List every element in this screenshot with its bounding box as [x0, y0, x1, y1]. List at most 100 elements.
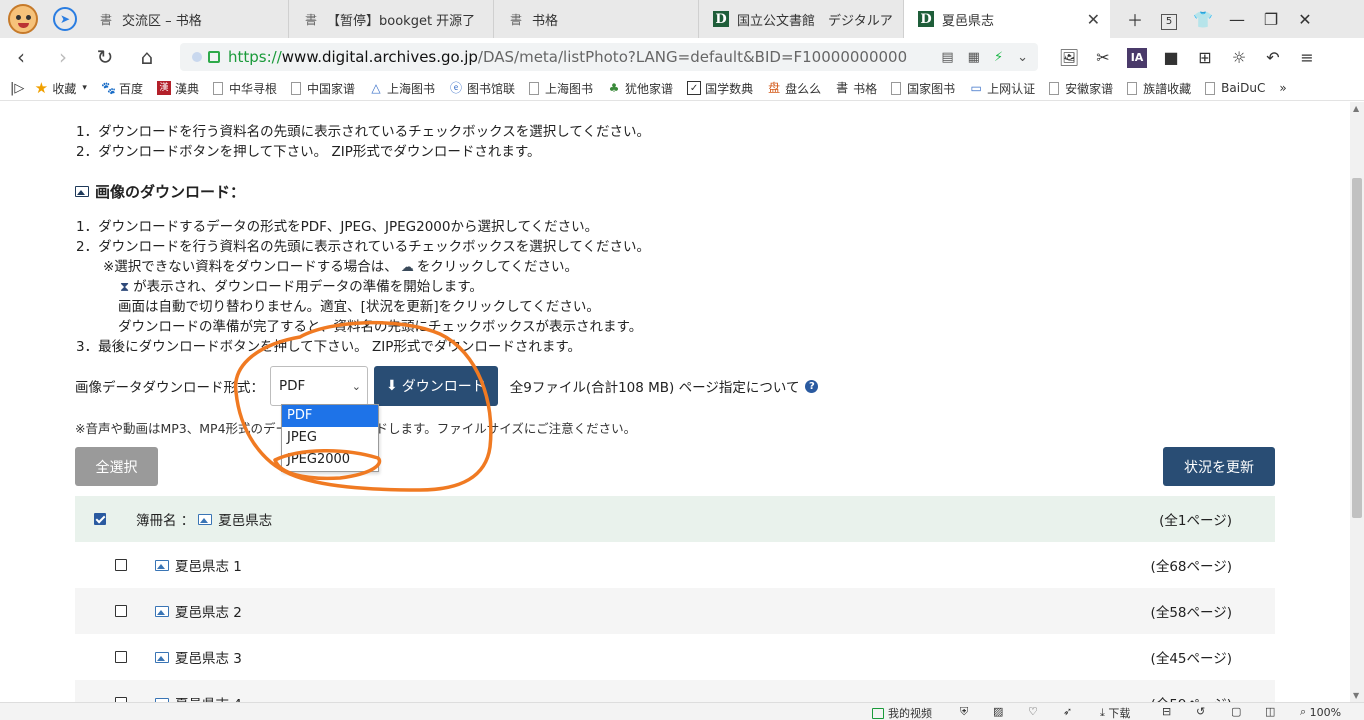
tab-1[interactable]: 書 交流区 – 书格 — [84, 0, 289, 38]
bookmark-14[interactable]: 安徽家谱 — [1049, 80, 1113, 97]
bookmark-6[interactable]: ⓔ 图书馆联 — [449, 80, 515, 97]
sidebar-toggle-icon[interactable]: |▷ — [10, 81, 24, 96]
lock-icon[interactable] — [208, 51, 220, 63]
bookmark-baidu[interactable]: 🐾 百度 — [101, 80, 143, 97]
refresh-status-button[interactable]: 状況を更新 — [1163, 447, 1275, 486]
item-name[interactable]: 夏邑県志 1 — [175, 555, 242, 575]
download-status-button[interactable]: ⤓ 下载 — [1100, 705, 1130, 720]
item-pages: (全45ページ) — [1150, 651, 1232, 667]
url-dropdown-icon[interactable]: ⌄ — [1017, 50, 1028, 65]
user-avatar[interactable] — [0, 0, 46, 38]
navigation-button[interactable]: ➤ — [46, 0, 84, 38]
ia-extension-icon[interactable]: IA — [1120, 46, 1154, 68]
bookmark-9[interactable]: ✓ 国学数典 — [687, 80, 753, 97]
apps-grid-icon[interactable]: ⊞ — [1188, 48, 1222, 67]
image-note-1: ※選択できない資料をダウンロードする場合は、 ☁ をクリックしてください。 — [103, 259, 579, 275]
menu-icon[interactable]: ≡ — [1290, 48, 1324, 67]
format-option-jpeg2000[interactable]: JPEG2000 — [282, 449, 378, 471]
address-bar: ‹ › ↻ ⌂ https://www.digital.archives.go.… — [0, 38, 1364, 76]
item-name[interactable]: 夏邑県志 3 — [175, 647, 242, 667]
tab-3[interactable]: 書 书格 — [494, 0, 699, 38]
window-icon[interactable]: ▢ — [1231, 705, 1241, 718]
scissors-icon[interactable]: ✂ — [1086, 48, 1120, 67]
scroll-down-icon[interactable]: ▼ — [1353, 691, 1359, 700]
home-button[interactable]: ⌂ — [126, 45, 168, 69]
monitor-icon: ▭ — [970, 81, 982, 95]
page-content: 1．ダウンロードを行う資料名の先頭に表示されているチェックボックスを選択してくだ… — [0, 102, 1350, 702]
reader-mode-icon[interactable]: ▤ — [941, 50, 953, 65]
new-tab-button[interactable]: ＋ — [1118, 7, 1152, 31]
bookmark-5[interactable]: △ 上海图书 — [369, 80, 435, 97]
tab-2[interactable]: 書 【暂停】bookget 开源了 — [289, 0, 494, 38]
bookmark-12[interactable]: 国家图书 — [891, 80, 955, 97]
item-checkbox[interactable] — [115, 651, 127, 663]
item-name[interactable]: 夏邑県志 4 — [175, 693, 242, 702]
table-row: 夏邑県志 2 (全58ページ) — [75, 588, 1275, 634]
format-option-jpeg[interactable]: JPEG — [282, 427, 378, 449]
bookmark-7[interactable]: 上海图书 — [529, 80, 593, 97]
bookmark-handian[interactable]: 漢漢典 — [156, 80, 199, 97]
refresh-status-icon[interactable]: ↺ — [1196, 705, 1205, 718]
heart-icon[interactable]: ♡ — [1028, 705, 1038, 718]
url-field[interactable]: https://www.digital.archives.go.jp/DAS/m… — [180, 43, 1038, 71]
image-note-3: 画面は自動で切り替わりません。適宜、[状況を更新]をクリックしてください。 — [118, 299, 600, 315]
bookmark-4[interactable]: 中国家谱 — [290, 80, 355, 97]
scroll-thumb[interactable] — [1352, 178, 1362, 518]
bookmark-13[interactable]: ▭ 上网认证 — [969, 80, 1035, 97]
format-option-pdf[interactable]: PDF — [282, 405, 378, 427]
bookmark-8[interactable]: ♣ 犹他家谱 — [607, 80, 673, 97]
minimize-button[interactable]: — — [1220, 10, 1254, 29]
tab-title: 书格 — [532, 13, 559, 29]
sound-icon[interactable]: ◫ — [1265, 705, 1275, 718]
volume-header-row: 簿冊名 ： 夏邑県志 (全1ページ) — [75, 496, 1275, 542]
download-button[interactable]: ⬇ ダウンロード — [374, 366, 498, 406]
rocket-icon[interactable]: ➶ — [1063, 705, 1072, 718]
reload-button[interactable]: ↻ — [84, 45, 126, 69]
item-checkbox[interactable] — [115, 559, 127, 571]
bookmark-3[interactable]: 中华寻根 — [212, 80, 277, 97]
tab-count-button[interactable]: 5 — [1152, 9, 1186, 30]
book-icon: 書 — [509, 12, 522, 27]
close-window-button[interactable]: ✕ — [1288, 10, 1322, 29]
avatar-face-icon — [8, 4, 38, 34]
item-name[interactable]: 夏邑県志 2 — [175, 601, 242, 621]
url-text[interactable]: https://www.digital.archives.go.jp/DAS/m… — [228, 48, 908, 66]
undo-icon[interactable]: ↶ — [1256, 48, 1290, 67]
select-all-button[interactable]: 全選択 — [75, 447, 158, 486]
bookmark-16[interactable]: BaiDuC — [1205, 81, 1265, 95]
star-icon: ★ — [34, 79, 49, 97]
book-icon: 書 — [304, 12, 317, 27]
bookmark-favorites[interactable]: ★ 收藏 ▾ — [34, 80, 87, 97]
lightning-icon[interactable]: ⚡ — [994, 50, 1003, 65]
page-scrollbar[interactable]: ▲ ▼ — [1350, 102, 1364, 702]
bookmark-11[interactable]: 書书格 — [835, 80, 877, 97]
scroll-up-icon[interactable]: ▲ — [1353, 104, 1359, 113]
more-bookmarks-icon[interactable]: » — [1279, 81, 1286, 95]
image-icon[interactable]: ▨ — [993, 705, 1003, 718]
format-select[interactable]: PDF ⌄ — [270, 366, 368, 406]
forward-button[interactable]: › — [42, 45, 84, 69]
extension-picture-icon[interactable]: 🖼 — [1052, 48, 1086, 67]
help-icon[interactable]: ? — [805, 379, 819, 393]
shield-icon[interactable]: ⛨ — [960, 705, 968, 719]
doc-step-2: 2．ダウンロードボタンを押して下さい。 ZIP形式でダウンロードされます。 — [76, 144, 541, 160]
brightness-icon[interactable]: ☼ — [1222, 48, 1256, 67]
bookmark-10[interactable]: 盘盘么么 — [767, 80, 821, 97]
restore-button[interactable]: ❐ — [1254, 10, 1288, 29]
volume-checkbox[interactable] — [94, 513, 106, 525]
bookmark-15[interactable]: 族譜收藏 — [1127, 80, 1191, 97]
item-checkbox[interactable] — [115, 605, 127, 617]
close-tab-icon[interactable]: ✕ — [1087, 10, 1100, 29]
triangle-icon: △ — [371, 81, 381, 95]
glasses-extension-icon[interactable]: ■ — [1154, 48, 1188, 67]
image-icon — [155, 651, 169, 663]
back-button[interactable]: ‹ — [0, 45, 42, 69]
zoom-level[interactable]: ⌕ 100% — [1300, 705, 1341, 719]
tab-5-active[interactable]: D 夏邑県志 ✕ — [904, 0, 1110, 38]
qr-code-icon[interactable]: ▦ — [968, 50, 980, 65]
shirt-icon[interactable]: 👕 — [1186, 10, 1220, 29]
site-info-icon[interactable] — [192, 52, 202, 62]
lock-status-icon[interactable]: ⊟ — [1162, 705, 1171, 718]
my-videos-button[interactable]: 我的视频 — [872, 705, 932, 720]
tab-4[interactable]: D 国立公文書館 デジタルア — [699, 0, 904, 38]
